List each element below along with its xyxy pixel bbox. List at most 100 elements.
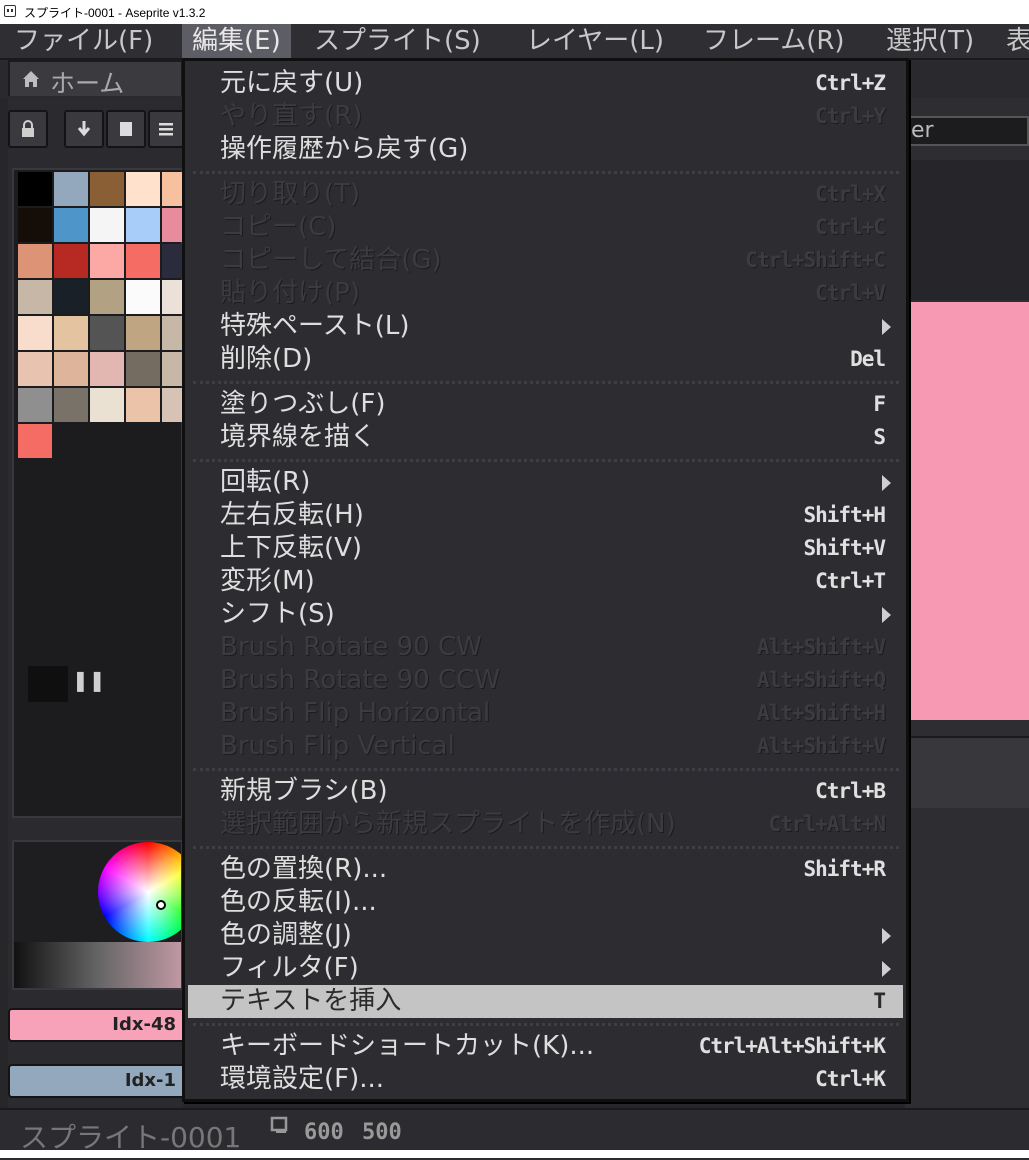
menu-item-brush-rotate-ccw[interactable]: Brush Rotate 90 CCW Alt+Shift+Q	[188, 664, 903, 697]
menu-item-label: Brush Rotate 90 CW	[220, 632, 482, 662]
palette-swatch[interactable]	[18, 424, 52, 458]
sprite-canvas[interactable]	[905, 302, 1029, 720]
palette-swatch[interactable]	[90, 316, 124, 350]
menu-item-label: やり直す(R)	[220, 101, 363, 131]
menu-item-shortcut: Alt+Shift+Q	[756, 668, 886, 692]
palette-swatch[interactable]	[18, 352, 52, 386]
menu-item-brush-flip-vertical[interactable]: Brush Flip Vertical Alt+Shift+V	[188, 730, 903, 763]
palette-swatch[interactable]	[54, 172, 88, 206]
menu-select[interactable]: 選択(T)	[876, 24, 984, 58]
menu-item-label: フィルタ(F)	[220, 953, 359, 983]
menu-item-preferences[interactable]: 環境設定(F)... Ctrl+K	[188, 1063, 903, 1096]
palette-options-button[interactable]	[148, 110, 184, 148]
palette-swatch[interactable]	[18, 244, 52, 278]
menu-item-label: Brush Flip Vertical	[220, 731, 455, 761]
palette-swatch[interactable]	[18, 316, 52, 350]
menu-item-label: コピー(C)	[220, 212, 337, 242]
menu-separator	[193, 381, 899, 384]
palette-swatch[interactable]	[54, 316, 88, 350]
arrow-down-icon	[77, 121, 91, 137]
menu-item-keyboard-shortcuts[interactable]: キーボードショートカット(K)... Ctrl+Alt+Shift+K	[188, 1030, 903, 1063]
menu-item-copy-merged[interactable]: コピーして結合(G) Ctrl+Shift+C	[188, 244, 903, 277]
background-color-bar[interactable]: Idx-1	[8, 1064, 188, 1098]
pause-icon[interactable]: ❚❚	[72, 668, 106, 692]
color-shades[interactable]	[14, 942, 181, 988]
palette-swatch[interactable]	[90, 280, 124, 314]
palette-swatch[interactable]	[54, 244, 88, 278]
menu-item-shortcut: Ctrl+Z	[815, 71, 886, 95]
menu-item-label: コピーして結合(G)	[220, 245, 442, 275]
menu-item-label: 変形(M)	[220, 566, 315, 596]
menu-item-insert-text[interactable]: テキストを挿入 T	[188, 985, 903, 1018]
menu-item-rotate[interactable]: 回転(R)	[188, 466, 903, 499]
foreground-color-bar[interactable]: Idx-48	[8, 1008, 188, 1042]
menu-item-brush-rotate-cw[interactable]: Brush Rotate 90 CW Alt+Shift+V	[188, 631, 903, 664]
menu-item-paste[interactable]: 貼り付け(P) Ctrl+V	[188, 277, 903, 310]
menu-item-label: 切り取り(T)	[220, 179, 361, 209]
menu-view[interactable]: 表	[996, 24, 1029, 58]
palette-swatch[interactable]	[18, 208, 52, 242]
menu-separator	[193, 1023, 899, 1026]
window-titlebar: スプライト-0001 - Aseprite v1.3.2	[0, 0, 1029, 24]
menu-item-undo[interactable]: 元に戻す(U) Ctrl+Z	[188, 67, 903, 100]
menu-item-new-sprite-from-selection[interactable]: 選択範囲から新規スプライトを作成(N) Ctrl+Alt+N	[188, 808, 903, 841]
menu-item-delete[interactable]: 削除(D) Del	[188, 343, 903, 376]
palette-swatch[interactable]	[90, 388, 124, 422]
palette-swatch[interactable]	[18, 172, 52, 206]
menu-item-stroke[interactable]: 境界線を描く S	[188, 421, 903, 454]
palette-swatch[interactable]	[54, 280, 88, 314]
menu-item-shift[interactable]: シフト(S)	[188, 598, 903, 631]
menu-item-flip-vertical[interactable]: 上下反転(V) Shift+V	[188, 532, 903, 565]
tab-home[interactable]: ホーム	[8, 60, 183, 98]
palette-swatch[interactable]	[90, 172, 124, 206]
tab-home-label: ホーム	[50, 69, 125, 98]
palette-swatch[interactable]	[126, 280, 160, 314]
menu-sprite[interactable]: スプライト(S)	[304, 24, 491, 58]
menu-item-label: 環境設定(F)...	[220, 1064, 385, 1094]
palette-swatch[interactable]	[126, 316, 160, 350]
menu-item-label: 塗りつぶし(F)	[220, 389, 386, 419]
menu-item-fill[interactable]: 塗りつぶし(F) F	[188, 388, 903, 421]
new-palette-button[interactable]	[106, 110, 146, 148]
menu-item-cut[interactable]: 切り取り(T) Ctrl+X	[188, 178, 903, 211]
menu-layer[interactable]: レイヤー(L)	[516, 24, 674, 58]
palette-swatch[interactable]	[18, 388, 52, 422]
palette-swatch[interactable]	[90, 244, 124, 278]
palette-swatch[interactable]	[126, 208, 160, 242]
menu-edit[interactable]: 編集(E)	[182, 24, 291, 58]
palette-swatch[interactable]	[126, 388, 160, 422]
submenu-arrow-icon	[882, 607, 891, 623]
palette-swatch[interactable]	[126, 244, 160, 278]
menu-item-invert-color[interactable]: 色の反転(I)...	[188, 886, 903, 919]
palette-swatch[interactable]	[54, 352, 88, 386]
menu-item-flip-horizontal[interactable]: 左右反転(H) Shift+H	[188, 499, 903, 532]
palette-swatch[interactable]	[126, 352, 160, 386]
menu-file[interactable]: ファイル(F)	[4, 24, 163, 58]
palette-swatch[interactable]	[90, 208, 124, 242]
palette-swatch[interactable]	[90, 352, 124, 386]
lock-button[interactable]	[8, 110, 48, 148]
menu-item-new-brush[interactable]: 新規ブラシ(B) Ctrl+B	[188, 775, 903, 808]
menu-item-adjustments[interactable]: 色の調整(J)	[188, 919, 903, 952]
palette-swatch[interactable]	[54, 388, 88, 422]
menu-item-label: 色の置換(R)...	[220, 854, 388, 884]
download-button[interactable]	[64, 110, 104, 148]
menu-item-label: 上下反転(V)	[220, 533, 363, 563]
menu-item-replace-color[interactable]: 色の置換(R)... Shift+R	[188, 853, 903, 886]
menu-item-shortcut: Ctrl+K	[815, 1067, 886, 1091]
menu-item-copy[interactable]: コピー(C) Ctrl+C	[188, 211, 903, 244]
menu-item-brush-flip-horizontal[interactable]: Brush Flip Horizontal Alt+Shift+H	[188, 697, 903, 730]
layer-name-field[interactable]: er	[905, 116, 1029, 146]
menu-item-shortcut: S	[873, 425, 886, 449]
color-wheel-selector[interactable]	[156, 900, 166, 910]
palette-swatch[interactable]	[54, 208, 88, 242]
menu-item-redo[interactable]: やり直す(R) Ctrl+Y	[188, 100, 903, 133]
menu-item-undo-history[interactable]: 操作履歴から戻す(G)	[188, 133, 903, 166]
palette-swatch[interactable]	[18, 280, 52, 314]
menu-item-paste-special[interactable]: 特殊ペースト(L)	[188, 310, 903, 343]
menu-item-transform[interactable]: 変形(M) Ctrl+T	[188, 565, 903, 598]
menu-item-filters[interactable]: フィルタ(F)	[188, 952, 903, 985]
menu-frame[interactable]: フレーム(R)	[693, 24, 855, 58]
color-wheel[interactable]	[98, 842, 181, 942]
palette-swatch[interactable]	[126, 172, 160, 206]
